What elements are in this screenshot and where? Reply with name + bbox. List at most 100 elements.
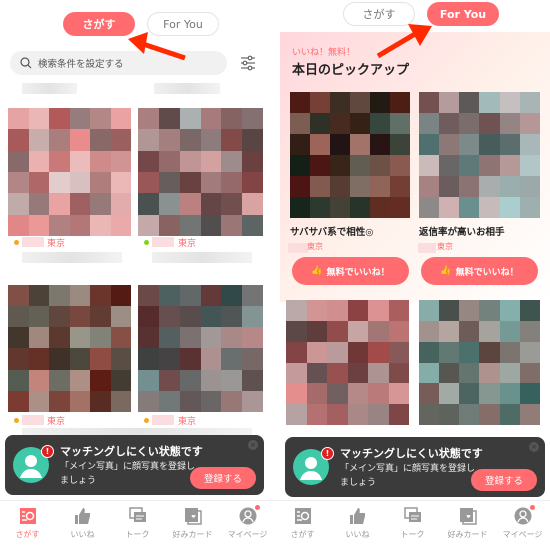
nav-item-thumbs-up[interactable]: いいね: [55, 501, 110, 546]
nav-item-card-heart[interactable]: 好みカード: [440, 501, 495, 546]
tab-search[interactable]: さがす: [343, 2, 415, 26]
photo-pixel: [90, 172, 111, 194]
photo-pixel: [439, 404, 460, 425]
photo-pixel: [8, 369, 29, 391]
photo-pixel: [286, 362, 307, 384]
tab-search[interactable]: さがす: [63, 12, 135, 36]
close-icon[interactable]: ×: [248, 440, 258, 450]
photo-pixel: [90, 348, 111, 370]
photo-pixel: [347, 362, 368, 384]
photo-pixel: [138, 172, 159, 194]
photo-pixel: [439, 300, 460, 321]
nav-label: 好みカード: [447, 530, 488, 539]
photo-pixel: [519, 134, 540, 155]
close-icon[interactable]: ×: [529, 442, 539, 452]
photo-pixel: [138, 150, 159, 172]
photo-pixel: [459, 176, 480, 197]
search-input[interactable]: 検索条件を設定する: [10, 51, 227, 75]
search-icon: [20, 57, 32, 69]
photo-pixel: [330, 155, 350, 176]
photo-pixel: [519, 362, 540, 384]
photo-pixel: [8, 214, 29, 236]
photo-pixel: [200, 129, 222, 151]
photo-pixel: [350, 155, 370, 176]
photo-pixel: [8, 150, 29, 172]
photo-pixel: [200, 172, 222, 194]
photo-pixel: [390, 134, 410, 155]
tab-for-you[interactable]: For You: [427, 2, 499, 26]
register-button[interactable]: 登録する: [471, 469, 537, 491]
photo-pixel: [179, 390, 201, 412]
photo-pixel: [290, 134, 310, 155]
photo-pixel: [90, 108, 111, 130]
photo-pixel: [69, 108, 90, 130]
register-button[interactable]: 登録する: [190, 467, 256, 489]
photo-pixel: [350, 113, 370, 134]
tab-for-you[interactable]: For You: [147, 12, 219, 36]
nav-item-thumbs-up[interactable]: いいね: [330, 501, 385, 546]
photo-pixel: [459, 341, 480, 363]
photo-pixel: [221, 348, 243, 370]
button-label: 無料でいいね！: [326, 267, 390, 278]
photo-pixel: [49, 369, 70, 391]
profile-photo[interactable]: [419, 92, 540, 218]
profile-photo[interactable]: [286, 300, 409, 425]
profile-photo[interactable]: [138, 285, 263, 412]
photo-pixel: [49, 108, 70, 130]
nav-item-user[interactable]: マイページ: [220, 501, 275, 546]
nav-item-chat[interactable]: トーク: [385, 501, 440, 546]
photo-pixel: [350, 197, 370, 218]
photo-pixel: [419, 300, 440, 321]
photo-pixel: [459, 383, 480, 405]
profile-photo[interactable]: [419, 300, 540, 425]
nav-item-card-heart[interactable]: 好みカード: [165, 501, 220, 546]
photo-pixel: [28, 108, 49, 130]
photo-pixel: [519, 404, 540, 425]
photo-pixel: [28, 172, 49, 194]
photo-pixel: [388, 383, 409, 405]
photo-pixel: [28, 150, 49, 172]
free-like-button[interactable]: 👍 無料でいいね！: [292, 257, 409, 285]
photo-pixel: [388, 404, 409, 425]
photo-pixel: [479, 92, 500, 113]
photo-pixel: [179, 348, 201, 370]
button-label: 無料でいいね！: [455, 267, 519, 278]
photo-pixel: [242, 306, 263, 328]
nav-item-user[interactable]: マイページ: [495, 501, 550, 546]
photo-pixel: [479, 134, 500, 155]
photo-pixel: [439, 362, 460, 384]
photo-pixel: [69, 150, 90, 172]
banner-title: マッチングしにくい状態です: [340, 447, 483, 460]
photo-pixel: [419, 320, 440, 342]
photo-pixel: [439, 134, 460, 155]
photo-pixel: [49, 172, 70, 194]
photo-pixel: [439, 113, 460, 134]
nav-label: 好みカード: [172, 530, 213, 539]
profile-photo[interactable]: [8, 285, 131, 412]
banner-message: 「メイン写真」に顔写真を登録しましょう: [60, 462, 196, 486]
photo-pixel: [419, 92, 440, 113]
profile-photo[interactable]: [290, 92, 410, 218]
free-like-button[interactable]: 👍 無料でいいね！: [421, 257, 538, 285]
photo-pixel: [347, 300, 368, 321]
nav-item-search-list[interactable]: さがす: [275, 501, 330, 546]
photo-pixel: [110, 285, 131, 307]
profile-photo[interactable]: [138, 108, 263, 236]
photo-pixel: [439, 176, 460, 197]
photo-pixel: [459, 113, 480, 134]
photo-pixel: [388, 362, 409, 384]
sliders-icon[interactable]: [240, 55, 256, 71]
photo-pixel: [390, 176, 410, 197]
alert-icon: !: [41, 445, 54, 458]
profile-photo[interactable]: [8, 108, 131, 236]
photo-pixel: [419, 383, 440, 405]
nav-item-chat[interactable]: トーク: [110, 501, 165, 546]
photo-pixel: [390, 197, 410, 218]
chat-icon: [403, 507, 422, 525]
photo-pixel: [347, 341, 368, 363]
nav-label: さがす: [290, 530, 315, 539]
photo-pixel: [158, 108, 180, 130]
photo-pixel: [368, 341, 389, 363]
nav-item-search-list[interactable]: さがす: [0, 501, 55, 546]
photo-pixel: [459, 155, 480, 176]
